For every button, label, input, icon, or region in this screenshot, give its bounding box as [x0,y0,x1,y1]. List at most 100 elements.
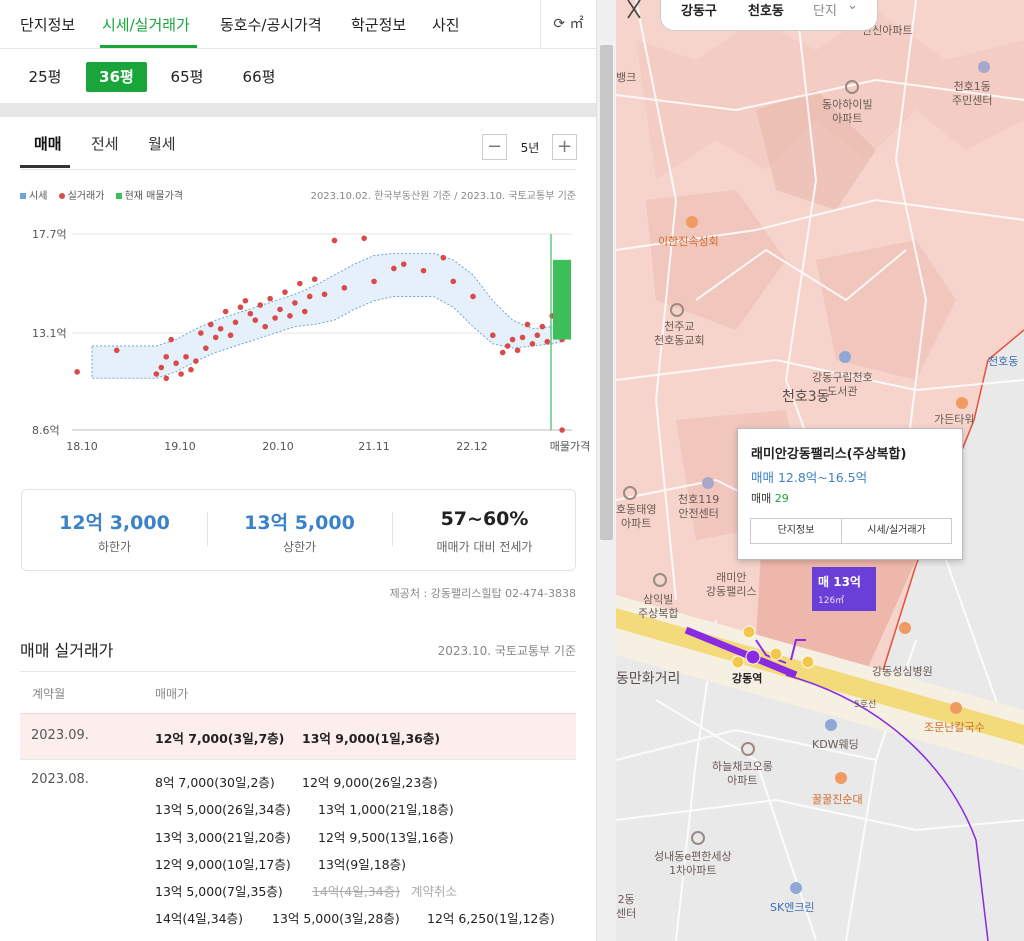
complex-popup: 래미안강동팰리스(주상복합) 매매 12.8억~16.5억 매매 29 단지정보… [737,428,963,560]
actual-price-point [193,358,199,364]
actual-price-point [391,265,397,272]
deal-entry: 12억 9,000(26일,23층) [302,775,438,790]
subway-line-label: 5호선 [854,700,877,710]
map-search-bar[interactable]: 강동구 천호동 단지 ⌄ [660,0,878,31]
actual-price-point [173,360,179,367]
map-poi[interactable]: 이한진속성회 [658,235,719,249]
actual-price-point [529,341,536,347]
panel-scrollbar[interactable] [596,0,616,941]
lower-price-label: 하한가 [97,540,132,554]
deal-entry: 13억 5,000(3일,28층) [272,911,400,926]
legend-market: 시세 [29,191,48,202]
deal-entry-cancelled: 14억(4일,34층) [312,884,400,899]
map-poi[interactable]: 천호119 안전센터 [678,493,719,521]
size-65[interactable]: 65평 [164,62,210,92]
deal-entry: 13억 3,000(21일,20층) [155,830,291,845]
subtab-indicator [20,165,70,168]
map-poi[interactable]: 호동태영 아파트 [616,503,656,531]
deal-month: 2023.09. [31,728,89,743]
map-poi[interactable]: 성내동e편한세상 1차아파트 [654,850,732,878]
chevron-down-icon[interactable]: ⌄ [847,0,858,13]
map-poi[interactable]: 하늘채코오롱 아파트 [712,760,773,788]
deal-entry: 12억 7,000(3일,7층) [155,731,285,746]
map-poi[interactable]: 가든타워 [934,413,974,427]
period-minus-button[interactable]: − [482,134,507,160]
size-66[interactable]: 66평 [236,62,282,92]
actual-price-point [203,345,209,351]
map-poi[interactable]: 강동성심병원 [872,665,933,679]
actual-price-point [509,336,516,343]
actual-price-point [287,313,293,319]
actual-price-point [163,353,170,360]
deal-entry: 14억(4일,34층) [155,911,243,926]
map-area-label: 천호동 [988,355,1019,368]
actual-price-point [400,261,407,267]
tab-unit-price[interactable]: 동호수/공시가격 [220,14,322,35]
legend-swatch-actual [58,193,65,199]
tab-monthly[interactable]: 월세 [148,133,176,154]
deal-entry: 13억 5,000(26일,34층) [155,802,291,817]
breadcrumb-district[interactable]: 강동구 [681,0,717,19]
map-poi[interactable]: 꿀꿀진순대 [812,793,863,807]
deal-entry: 13억 1,000(21일,18층) [318,802,454,817]
map-poi[interactable]: 삼익빌 주상복합 [638,593,678,621]
actual-price-point [559,427,565,433]
breadcrumb-complex[interactable]: 단지 [813,0,837,19]
actual-price-point [450,278,457,285]
data-provider: 제공처 : 강동팰리스힐탑 02-474-3838 [389,587,576,600]
deals-basis: 2023.10. 국토교통부 기준 [437,644,576,658]
tab-photos[interactable]: 사진 [432,14,460,35]
map-poi[interactable]: 천호1동 주민센터 [952,80,992,108]
map-poi[interactable]: SK엔크린 [770,901,815,915]
map-poi[interactable]: 래미안 강동팰리스 [706,571,757,599]
complex-price-marker[interactable]: 매 13억 126㎡ [812,567,876,611]
actual-price-point [207,321,214,328]
size-25[interactable]: 25평 [22,62,68,92]
actual-price-point [178,371,184,377]
popup-info-button[interactable]: 단지정보 [751,519,842,543]
legend-swatch-current [115,193,122,199]
map-poi[interactable]: 뱅크 [616,71,636,85]
map-poi[interactable]: 동아하이빌 아파트 [822,98,873,126]
actual-price-point [267,295,273,302]
x-tick-label: 22.12 [456,440,488,453]
actual-price-point [539,323,546,330]
current-listing-range [553,259,571,340]
map-area-label: 동만화거리 [616,671,681,687]
period-plus-button[interactable]: + [552,134,577,160]
map-poi[interactable]: 2동 센터 [616,893,636,921]
y-tick-label: 8.6억 [32,424,60,437]
unit-toggle-button[interactable]: ⟳ ㎡ [540,0,596,48]
actual-price-point [544,338,551,345]
summary-upper: 13억 5,000 상한가 [207,490,392,572]
popup-listing-count: 매매 29 [751,492,789,505]
map-poi[interactable]: 천주교 천호동교회 [654,320,705,348]
upper-price-label: 상한가 [282,540,317,554]
popup-price-button[interactable]: 시세/실거래가 [842,519,951,543]
tab-school[interactable]: 학군정보 [351,14,406,35]
size-36[interactable]: 36평 [86,62,147,92]
tab-sale[interactable]: 매매 [34,133,62,154]
deals-title: 매매 실거래가 [20,641,114,660]
tab-jeonse[interactable]: 전세 [91,133,119,154]
marker-price: 매 13억 [818,575,861,589]
actual-price-point [420,267,427,274]
tab-price[interactable]: 시세/실거래가 [102,14,190,35]
map-poi[interactable]: 조문난칼국수 [924,721,985,735]
scrollbar-thumb[interactable] [600,45,613,540]
actual-price-point [311,276,318,283]
tab-complex-info[interactable]: 단지정보 [20,14,75,35]
actual-price-point [242,297,249,304]
actual-price-point [519,334,526,341]
actual-price-point [227,332,234,339]
actual-price-point [292,300,298,306]
actual-price-point [321,291,328,298]
actual-price-point [514,347,521,354]
map-poi[interactable]: KDW웨딩 [812,738,859,752]
actual-price-point [272,315,278,321]
map-station[interactable]: 강동역 [732,672,762,686]
lower-price-value: 12억 3,000 [59,512,170,534]
breadcrumb-dong[interactable]: 천호동 [748,0,784,19]
actual-price-point [163,375,170,382]
market-price-band [91,252,563,379]
